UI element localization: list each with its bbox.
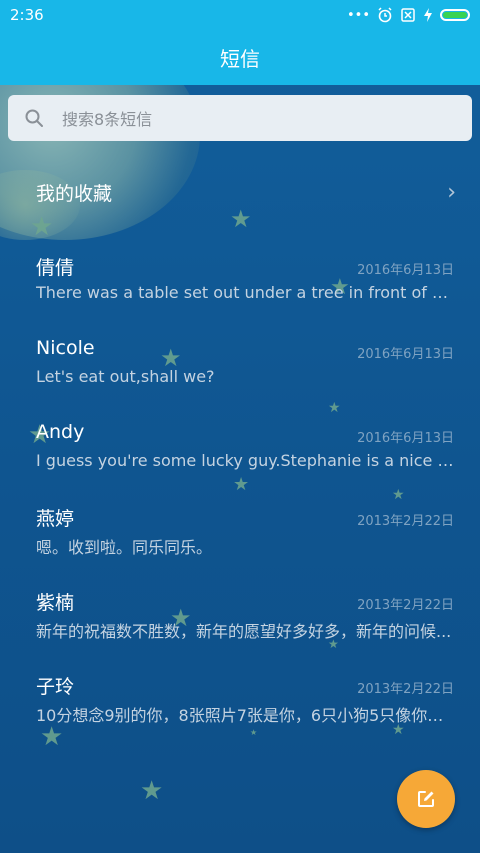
contact-name: 燕婷 (36, 508, 75, 530)
message-date: 2013年2月22日 (357, 514, 454, 529)
conversation-item[interactable]: 倩倩 2016年6月13日 There was a table set out … (36, 253, 454, 313)
star-decoration: ★ (140, 776, 164, 806)
conversation-item[interactable]: Andy 2016年6月13日 I guess you're some luck… (36, 421, 454, 481)
message-preview: I guess you're some lucky guy.Stephanie … (36, 451, 454, 470)
alarm-icon (378, 7, 392, 23)
contact-name: Andy (36, 421, 85, 443)
star-decoration: ★ (328, 400, 341, 416)
conversation-item[interactable]: 紫楠 2013年2月22日 新年的祝福数不胜数，新年的愿望好多好多，新年的问候.… (36, 588, 454, 648)
message-preview: Let's eat out,shall we? (36, 367, 215, 386)
charging-bolt-icon (424, 8, 432, 22)
search-icon (25, 109, 43, 127)
star-decoration: ★ (30, 212, 54, 242)
conversation-item[interactable]: Nicole 2016年6月13日 Let's eat out,shall we… (36, 337, 454, 397)
page-title: 短信 (220, 47, 260, 71)
favorites-row[interactable]: 我的收藏 › (36, 170, 456, 214)
conversation-item[interactable]: 燕婷 2013年2月22日 嗯。收到啦。同乐同乐。 (36, 504, 454, 564)
star-decoration: ★ (392, 487, 405, 503)
message-date: 2013年2月22日 (357, 682, 454, 697)
message-preview: 嗯。收到啦。同乐同乐。 (36, 538, 213, 557)
contact-name: 倩倩 (36, 257, 75, 279)
status-icons: ••• (347, 7, 470, 23)
message-date: 2016年6月13日 (357, 431, 454, 446)
favorites-label: 我的收藏 (36, 182, 113, 205)
search-placeholder: 搜索8条短信 (62, 110, 153, 129)
title-bar: 短信 (0, 30, 480, 85)
conversation-item[interactable]: 子玲 2013年2月22日 10分想念9别的你，8张照片7张是你，6只小狗5只像… (36, 672, 454, 732)
compose-icon (418, 791, 434, 807)
status-time: 2:36 (10, 6, 44, 24)
message-date: 2016年6月13日 (357, 263, 454, 278)
status-bar: 2:36 ••• (0, 0, 480, 30)
message-date: 2016年6月13日 (357, 347, 454, 362)
message-preview: There was a table set out under a tree i… (36, 283, 454, 302)
message-preview: 10分想念9别的你，8张照片7张是你，6只小狗5只像你，4... (36, 706, 454, 725)
chevron-right-icon: › (447, 179, 456, 205)
compose-button[interactable] (397, 770, 455, 828)
contact-name: Nicole (36, 337, 95, 359)
contact-name: 紫楠 (36, 592, 75, 614)
search-input[interactable]: 搜索8条短信 (8, 95, 472, 141)
battery-icon (440, 9, 470, 21)
no-sim-icon (401, 8, 415, 22)
contact-name: 子玲 (36, 676, 75, 698)
message-date: 2013年2月22日 (357, 598, 454, 613)
message-preview: 新年的祝福数不胜数，新年的愿望好多好多，新年的问候... (36, 622, 452, 641)
more-dots-icon: ••• (346, 7, 370, 23)
